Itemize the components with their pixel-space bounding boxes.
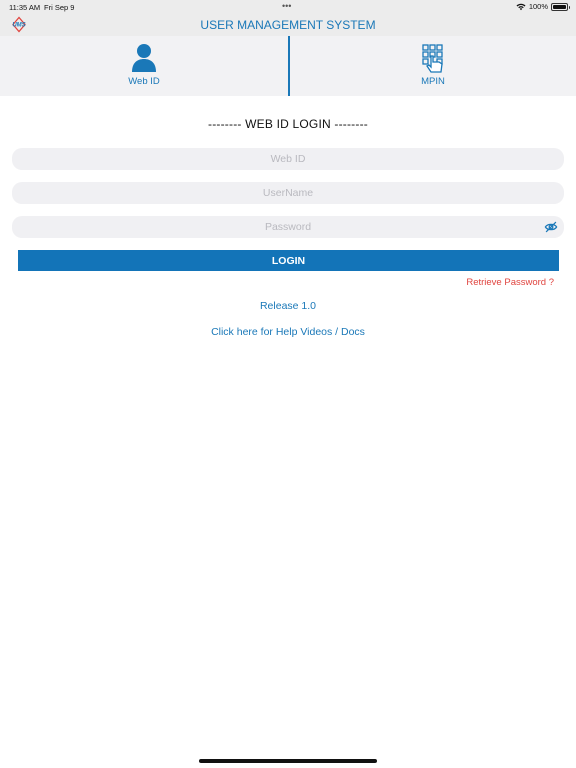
tab-label-mpin: MPIN bbox=[421, 76, 445, 87]
tab-web-id[interactable]: Web ID bbox=[0, 36, 288, 96]
web-id-field-container bbox=[12, 148, 564, 170]
password-field-container bbox=[12, 216, 564, 238]
help-videos-link[interactable]: Click here for Help Videos / Docs bbox=[0, 326, 576, 338]
battery-percent: 100% bbox=[528, 2, 548, 11]
retrieve-password-link[interactable]: Retrieve Password ? bbox=[466, 277, 554, 288]
login-heading: -------- WEB ID LOGIN -------- bbox=[208, 117, 368, 131]
tab-label-web-id: Web ID bbox=[128, 76, 160, 87]
password-input[interactable] bbox=[12, 216, 564, 238]
status-indicators: 100% bbox=[516, 2, 570, 11]
wifi-icon bbox=[516, 3, 526, 10]
status-time: 11:35 AM bbox=[9, 3, 41, 12]
app-header: UMS USER MANAGEMENT SYSTEM bbox=[0, 14, 576, 36]
release-version: Release 1.0 bbox=[259, 300, 317, 312]
web-id-input[interactable] bbox=[12, 148, 564, 170]
tab-mpin[interactable]: MPIN bbox=[288, 36, 576, 96]
multitasking-dots-icon[interactable]: ••• bbox=[282, 1, 291, 11]
eye-slash-icon[interactable] bbox=[544, 220, 558, 234]
status-date: Fri Sep 9 bbox=[44, 3, 75, 12]
app-title: USER MANAGEMENT SYSTEM bbox=[200, 18, 376, 32]
username-field-container bbox=[12, 182, 564, 204]
login-mode-tabs: Web ID MPIN bbox=[0, 36, 576, 96]
home-indicator[interactable] bbox=[199, 759, 377, 763]
battery-icon bbox=[551, 2, 570, 11]
login-button[interactable]: LOGIN bbox=[18, 250, 559, 271]
keypad-hand-icon bbox=[422, 44, 443, 73]
username-input[interactable] bbox=[12, 182, 564, 204]
status-bar: 11:35 AM Fri Sep 9 ••• 100% bbox=[0, 0, 576, 14]
user-icon bbox=[132, 44, 156, 72]
